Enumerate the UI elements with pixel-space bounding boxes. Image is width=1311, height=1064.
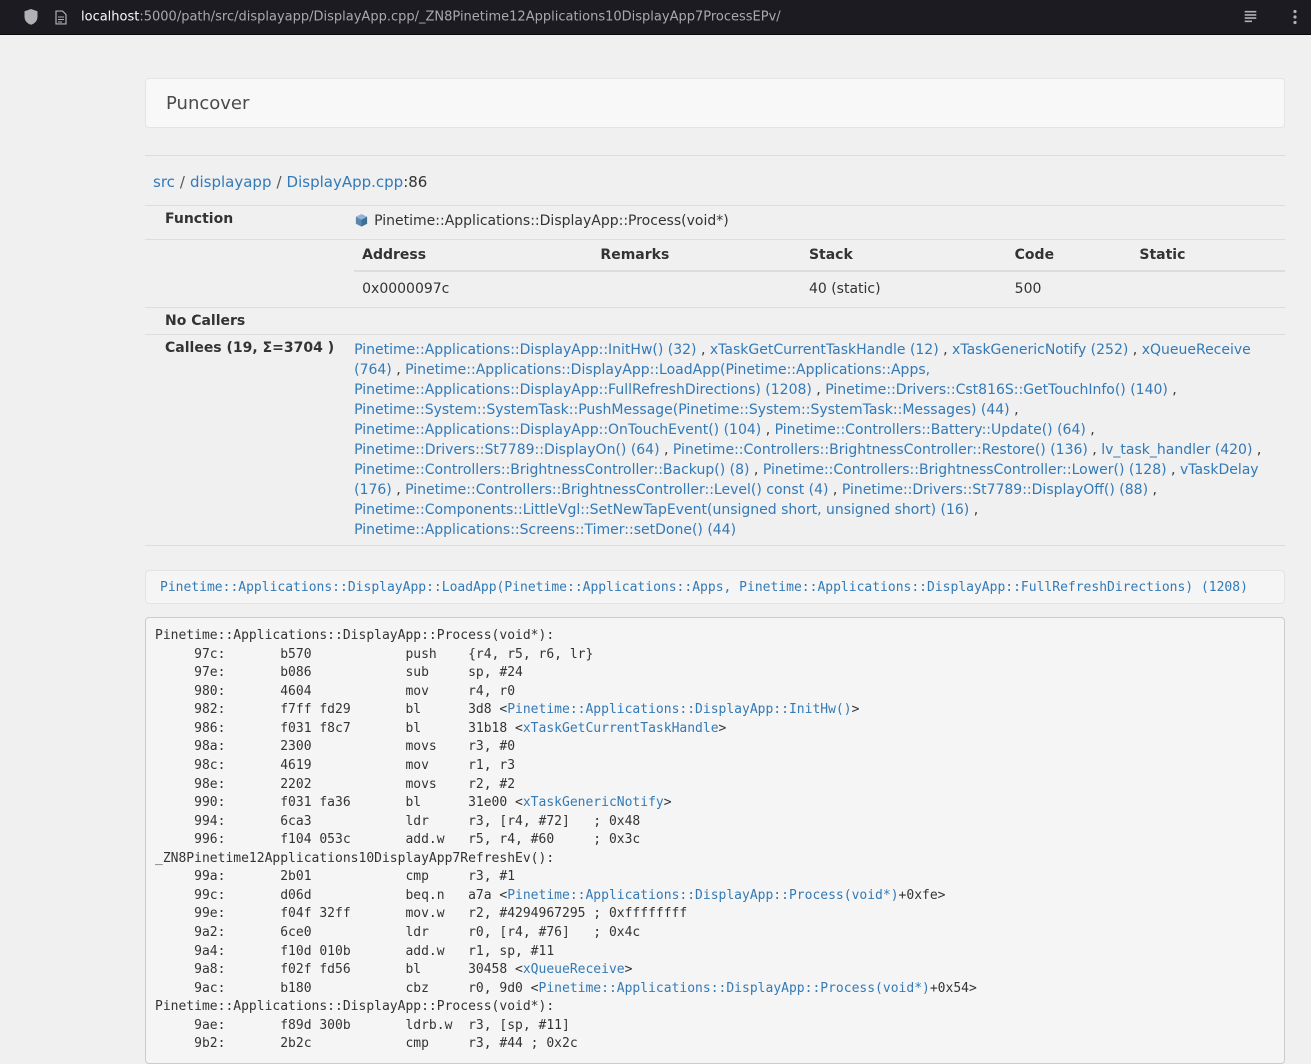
callee-link[interactable]: Pinetime::Drivers::St7789::DisplayOn() (… (354, 442, 659, 458)
callee-link[interactable]: Pinetime::Components::LittleVgl::SetNewT… (354, 502, 969, 518)
callee-link[interactable]: lv_task_handler (420) (1101, 442, 1252, 458)
callee-link[interactable]: Pinetime::Controllers::BrightnessControl… (354, 462, 749, 478)
function-row-label: Function (145, 206, 342, 240)
function-detail-row: Address Remarks Stack Code Static 0x0000… (145, 240, 1285, 308)
callee-link[interactable]: Pinetime::Controllers::BrightnessControl… (405, 482, 828, 498)
callee-link[interactable]: Pinetime::Controllers::BrightnessControl… (673, 442, 1088, 458)
callee-link[interactable]: Pinetime::Applications::DisplayApp::Init… (354, 342, 696, 358)
url-bar[interactable]: localhost:5000/path/src/displayapp/Displ… (55, 10, 781, 25)
no-callers-row: No Callers (145, 308, 1285, 335)
url-path: :5000/path/src/displayapp/DisplayApp.cpp… (139, 10, 780, 25)
shield-icon[interactable] (24, 9, 38, 25)
col-header-remarks: Remarks (592, 240, 801, 271)
code-symbol-link[interactable]: Pinetime::Applications::DisplayApp::Proc… (539, 981, 930, 996)
divider (145, 155, 1285, 156)
col-header-stack: Stack (801, 240, 1007, 271)
col-header-code: Code (1007, 240, 1132, 271)
callee-link[interactable]: Pinetime::Drivers::Cst816S::GetTouchInfo… (825, 382, 1168, 398)
callee-link[interactable]: Pinetime::Applications::DisplayApp::OnTo… (354, 422, 761, 438)
function-detail-table: Address Remarks Stack Code Static 0x0000… (354, 240, 1285, 305)
no-callers-label: No Callers (145, 308, 342, 335)
callees-label: Callees (19, Σ=3704 ) (145, 335, 342, 546)
page-container: Puncover src/displayapp/DisplayApp.cpp:8… (145, 78, 1285, 1064)
code-symbol-link[interactable]: Pinetime::Applications::DisplayApp::Init… (507, 702, 851, 717)
cell-address: 0x0000097c (354, 271, 592, 305)
callee-link[interactable]: Pinetime::Applications::Screens::Timer::… (354, 522, 736, 538)
function-table: Function Pinetime::Applications::Display… (145, 205, 1285, 546)
callees-list: Pinetime::Applications::DisplayApp::Init… (342, 335, 1285, 546)
cell-static (1131, 271, 1285, 305)
brand-link[interactable]: Puncover (166, 93, 249, 114)
highlighted-callee: Pinetime::Applications::DisplayApp::Load… (145, 570, 1285, 604)
callees-row: Callees (19, Σ=3704 ) Pinetime::Applicat… (145, 335, 1285, 546)
highlighted-callee-link[interactable]: Pinetime::Applications::DisplayApp::Load… (160, 580, 1248, 595)
navbar: Puncover (145, 78, 1285, 128)
breadcrumb-line-number: :86 (403, 173, 427, 191)
col-header-static: Static (1131, 240, 1285, 271)
breadcrumb-link-file[interactable]: DisplayApp.cpp (287, 173, 404, 191)
breadcrumb-link-displayapp[interactable]: displayapp (190, 173, 272, 191)
cell-remarks (592, 271, 801, 305)
function-name: Pinetime::Applications::DisplayApp::Proc… (374, 213, 729, 229)
reader-mode-icon[interactable] (1244, 11, 1257, 24)
page-info-icon (55, 10, 67, 24)
code-symbol-link[interactable]: xQueueReceive (523, 962, 625, 977)
browser-toolbar: localhost:5000/path/src/displayapp/Displ… (0, 0, 1311, 35)
code-symbol-link[interactable]: xTaskGenericNotify (523, 795, 664, 810)
breadcrumb-separator: / (276, 173, 281, 191)
function-symbol-icon (354, 213, 369, 234)
cell-code: 500 (1007, 271, 1132, 305)
disassembly: Pinetime::Applications::DisplayApp::Proc… (145, 617, 1285, 1064)
code-symbol-link[interactable]: xTaskGetCurrentTaskHandle (523, 721, 719, 736)
callee-link[interactable]: xTaskGenericNotify (252) (952, 342, 1128, 358)
breadcrumb-separator: / (180, 173, 185, 191)
callee-link[interactable]: Pinetime::Controllers::Battery::Update()… (775, 422, 1086, 438)
callee-link[interactable]: Pinetime::System::SystemTask::PushMessag… (354, 402, 1010, 418)
function-row: Function Pinetime::Applications::Display… (145, 206, 1285, 240)
code-symbol-link[interactable]: Pinetime::Applications::DisplayApp::Proc… (507, 888, 898, 903)
detail-data-row: 0x0000097c 40 (static) 500 (354, 271, 1285, 305)
callee-link[interactable]: Pinetime::Controllers::BrightnessControl… (763, 462, 1167, 478)
col-header-address: Address (354, 240, 592, 271)
breadcrumb-link-src[interactable]: src (153, 173, 175, 191)
kebab-menu-icon[interactable] (1293, 9, 1297, 25)
callee-link[interactable]: Pinetime::Drivers::St7789::DisplayOff() … (842, 482, 1148, 498)
breadcrumb: src/displayapp/DisplayApp.cpp:86 (145, 173, 1285, 191)
callee-link[interactable]: xTaskGetCurrentTaskHandle (12) (710, 342, 939, 358)
url-host: localhost (81, 10, 139, 25)
cell-stack: 40 (static) (801, 271, 1007, 305)
